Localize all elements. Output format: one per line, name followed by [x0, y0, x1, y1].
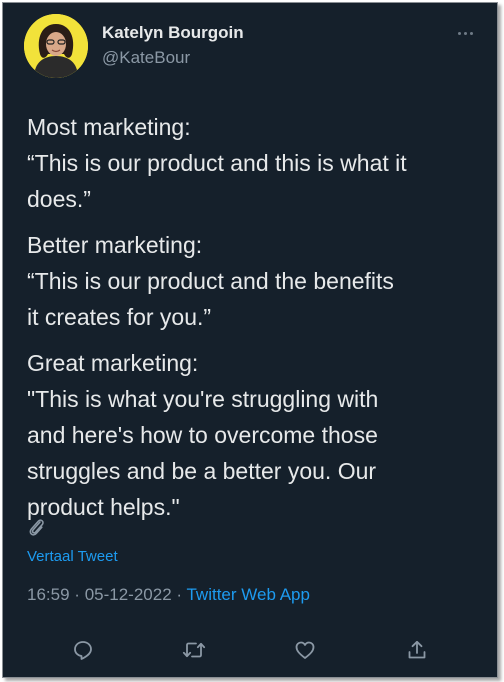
- heart-icon[interactable]: [288, 633, 322, 667]
- reply-icon[interactable]: [66, 633, 100, 667]
- tweet-line: "This is what you're struggling with: [27, 386, 379, 412]
- tweet-line: Better marketing:: [27, 232, 203, 258]
- tweet-line: Most marketing:: [27, 114, 191, 140]
- tweet-paragraph: Great marketing: "This is what you're st…: [27, 345, 489, 525]
- share-icon[interactable]: [400, 633, 434, 667]
- tweet-time[interactable]: 16:59: [27, 585, 70, 604]
- tweet-line: struggles and be a better you. Our: [27, 458, 377, 484]
- tweet-card: Katelyn Bourgoin @KateBour Most marketin…: [2, 2, 498, 678]
- paperclip-icon: [27, 517, 47, 539]
- retweet-icon[interactable]: [177, 633, 211, 667]
- author-handle[interactable]: @KateBour: [102, 48, 190, 68]
- tweet-source[interactable]: Twitter Web App: [186, 585, 309, 604]
- tweet-paragraph: Most marketing: “This is our product and…: [27, 109, 489, 217]
- separator: ·: [176, 585, 183, 604]
- tweet-line: does.”: [27, 186, 91, 212]
- action-bar: [3, 633, 497, 667]
- tweet-line: product helps.": [27, 494, 180, 520]
- tweet-text: Most marketing: “This is our product and…: [27, 109, 489, 535]
- avatar[interactable]: [24, 14, 88, 78]
- translate-tweet-link[interactable]: Vertaal Tweet: [27, 548, 118, 565]
- tweet-line: it creates for you.”: [27, 304, 212, 330]
- tweet-line: and here's how to overcome those: [27, 422, 378, 448]
- separator: ·: [74, 585, 80, 604]
- more-horizontal-icon[interactable]: [451, 21, 479, 45]
- tweet-line: “This is our product and the benefits: [27, 268, 394, 294]
- tweet-paragraph: Better marketing: “This is our product a…: [27, 227, 489, 335]
- tweet-metadata: 16:59 · 05-12-2022 · Twitter Web App: [27, 585, 310, 605]
- author-name[interactable]: Katelyn Bourgoin: [102, 23, 244, 43]
- tweet-date[interactable]: 05-12-2022: [85, 585, 172, 604]
- tweet-line: Great marketing:: [27, 350, 199, 376]
- tweet-line: “This is our product and this is what it: [27, 150, 407, 176]
